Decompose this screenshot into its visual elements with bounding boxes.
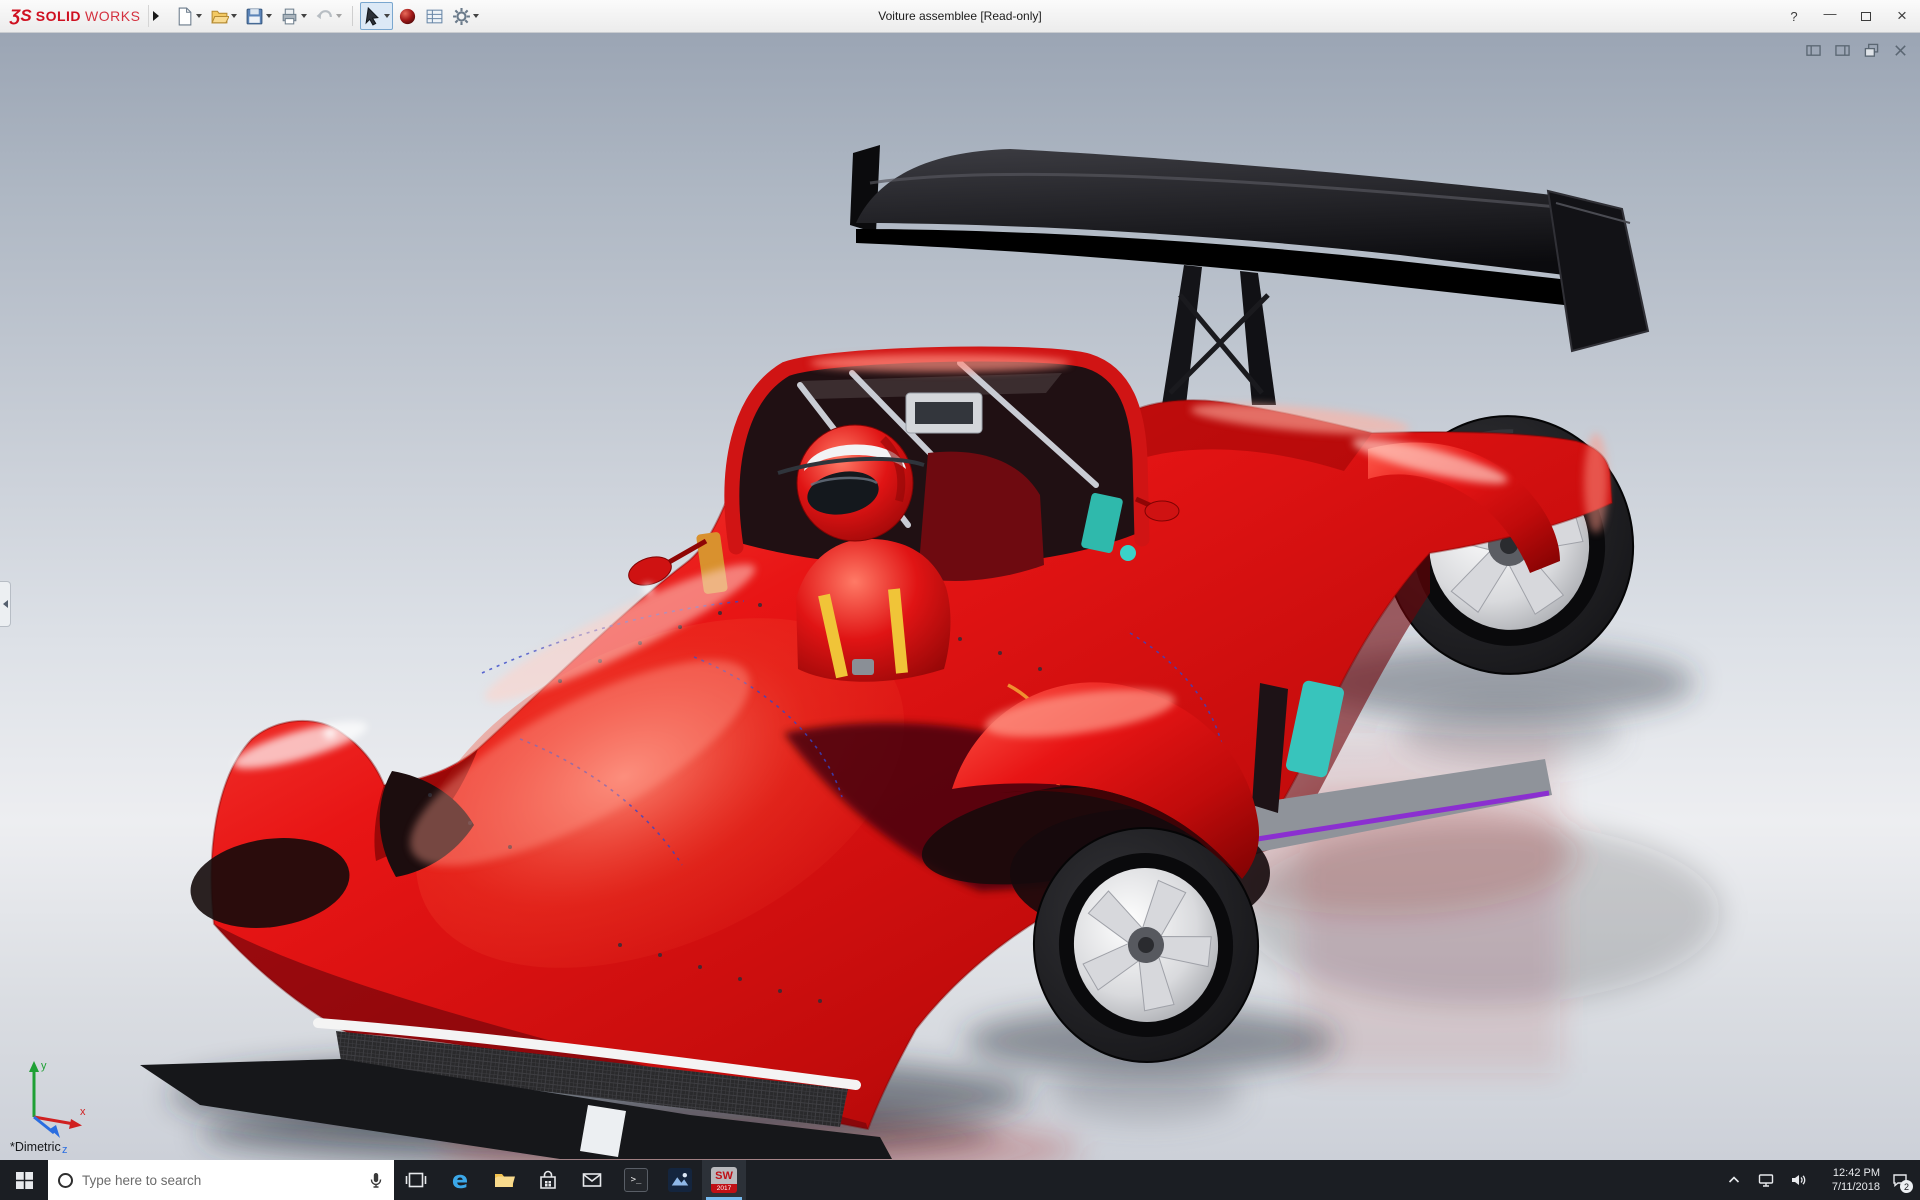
search-placeholder: Type here to search [82,1172,202,1188]
triad-x-label: x [80,1106,86,1118]
file-explorer-button[interactable] [482,1160,526,1200]
cortana-icon [58,1172,73,1188]
design-table-button[interactable] [422,2,447,30]
media-app-button[interactable] [658,1160,702,1200]
viewport-window-controls [1806,43,1908,58]
restore-window-icon[interactable] [1864,43,1879,58]
triad-z-label: z [62,1144,68,1156]
close-window-icon[interactable] [1893,43,1908,58]
solidworks-app-icon: SW 2017 [711,1167,737,1193]
pane-left-icon[interactable] [1806,43,1821,58]
print-button[interactable] [277,2,310,30]
action-center-button[interactable]: 2 [1886,1160,1914,1200]
design-table-icon [426,9,443,23]
brand-works: WORKS [85,8,141,24]
dri8er-helmet [796,424,914,542]
save-button[interactable] [242,2,275,30]
start-button[interactable] [0,1160,48,1200]
options-gear-icon [453,7,471,25]
close-button[interactable]: × [1884,0,1920,33]
volume-icon [1792,1175,1806,1185]
windows-logo-icon [15,1171,33,1189]
select-arrow-button[interactable] [360,2,394,30]
edge-button[interactable]: e [438,1160,482,1200]
appearance-button[interactable] [395,2,420,30]
triad-y-label: y [41,1060,47,1072]
print-icon [283,8,297,24]
model-scene[interactable]: y x z [0,33,1920,1160]
taskbar: Type here to search e >_ SW 2017 12:42 P… [0,1160,1920,1200]
screen: ƷS SOLID WORKS Voiture assemblee [Read-o… [0,0,1920,1200]
microphone-icon[interactable] [368,1172,384,1188]
open-folder-icon [211,10,230,23]
taskbar-clock[interactable]: 12:42 PM 7/11/2018 [1816,1166,1882,1195]
taskbar-search-input[interactable]: Type here to search [48,1160,394,1200]
window-title: Voiture assemblee [Read-only] [878,9,1042,23]
mail-button[interactable] [570,1160,614,1200]
network-icon [1758,1174,1774,1187]
undo-button[interactable] [312,2,345,30]
file-explorer-icon [495,1174,515,1187]
save-disk-icon [246,8,263,24]
edge-icon: e [451,1166,469,1194]
mail-icon [582,1173,602,1187]
solidworks-logo: ƷS SOLID WORKS [0,6,148,26]
brand-solid: SOLID [35,8,82,24]
minimize-icon: — [1823,5,1837,21]
notification-badge: 2 [1900,1180,1913,1193]
appearance-sphere-icon [400,8,416,24]
options-button[interactable] [449,2,482,30]
task-view-icon [405,1172,427,1188]
view-orientation-label: *Dimetric [10,1140,61,1154]
3d-viewport[interactable]: y x z *Dimetric [0,33,1920,1160]
new-document-icon [179,7,192,25]
tray-chevron-button[interactable] [1720,1160,1748,1200]
clock-date: 7/11/2018 [1831,1181,1880,1193]
network-button[interactable] [1752,1160,1780,1200]
volume-button[interactable] [1784,1160,1812,1200]
help-button[interactable]: ? [1776,0,1812,33]
title-bar: ƷS SOLID WORKS Voiture assemblee [Read-o… [0,0,1920,33]
minimize-button[interactable]: — [1812,0,1848,33]
pane-right-icon[interactable] [1835,43,1850,58]
ds-logo-icon: ƷS [10,6,32,25]
system-tray: 12:42 PM 7/11/2018 2 [1720,1160,1920,1200]
open-document-button[interactable] [207,2,240,30]
command-prompt-button[interactable]: >_ [614,1160,658,1200]
maximize-button[interactable] [1848,0,1884,33]
solidworks-app-button[interactable]: SW 2017 [702,1160,746,1200]
wing-struts[interactable] [1162,265,1276,405]
maximize-icon [1861,11,1871,21]
menu-flyout-arrow[interactable] [148,5,162,27]
store-button[interactable] [526,1160,570,1200]
chevron-up-icon [1728,1176,1740,1183]
new-document-button[interactable] [172,2,205,30]
undo-icon [316,9,333,19]
media-app-icon [668,1168,692,1192]
clock-time: 12:42 PM [1832,1166,1880,1179]
command-prompt-icon: >_ [624,1168,648,1192]
store-icon [540,1170,556,1189]
select-cursor-icon [365,6,380,26]
task-view-button[interactable] [394,1160,438,1200]
right-mirror[interactable] [1144,500,1180,522]
